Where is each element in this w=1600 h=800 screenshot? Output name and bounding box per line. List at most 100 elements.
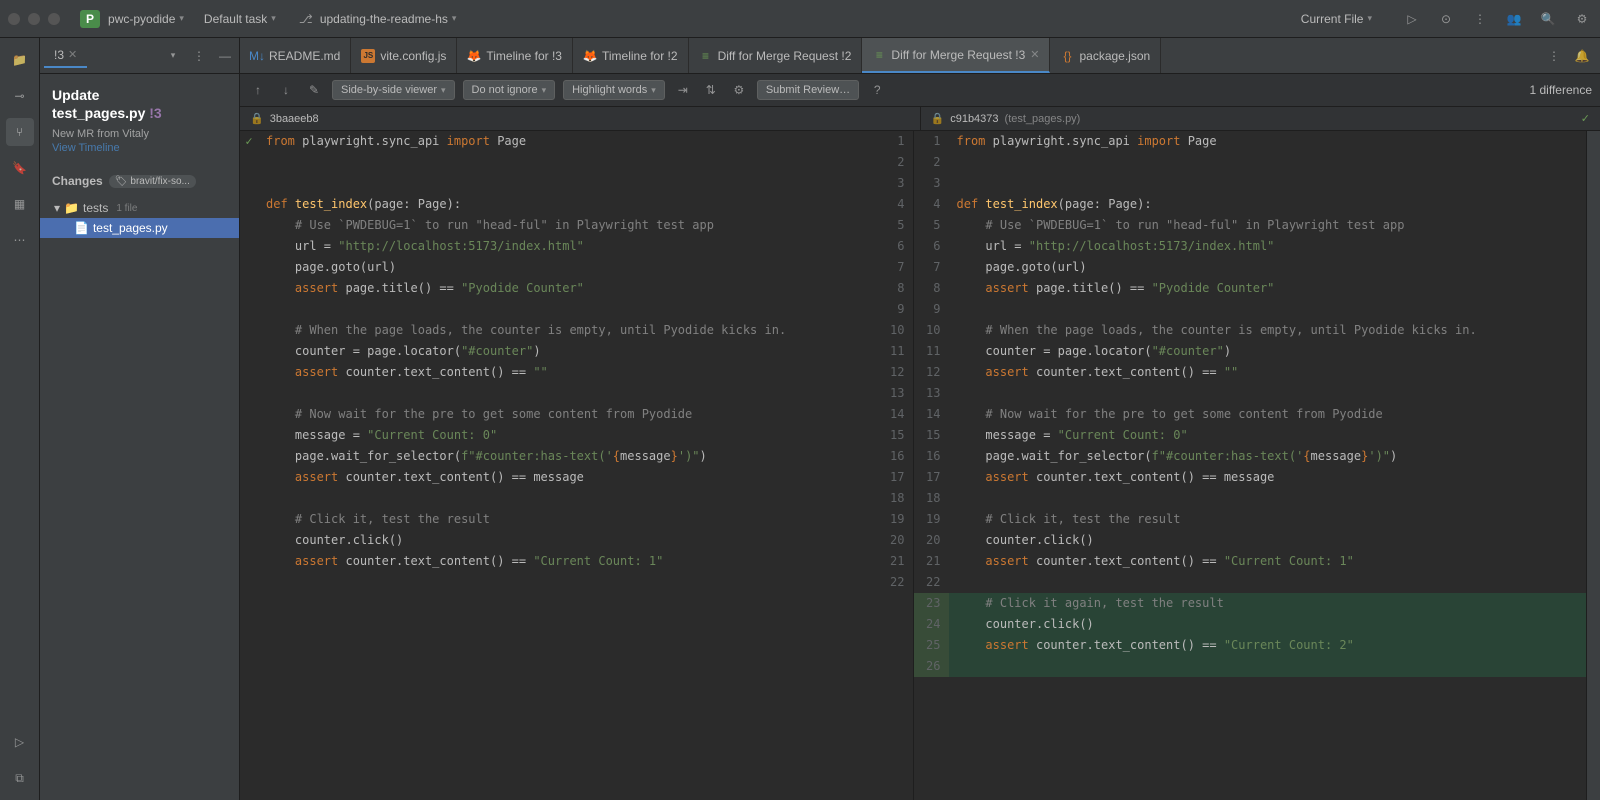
lock-icon: 🔒 bbox=[931, 112, 945, 125]
edit-icon[interactable]: ✎ bbox=[304, 80, 324, 100]
more-tool-button[interactable]: ⋯ bbox=[6, 226, 34, 254]
code-text: # Click it again, test the result bbox=[949, 593, 1587, 614]
close-icon[interactable]: ✕ bbox=[68, 48, 77, 61]
gitlab-icon: 🦊 bbox=[467, 49, 481, 63]
task-label: Default task bbox=[204, 12, 267, 26]
editor-tab[interactable]: 🦊Timeline for !2 bbox=[573, 38, 689, 73]
collapse-unchanged-icon[interactable]: ⇥ bbox=[673, 80, 693, 100]
code-line: page.goto(url)7 bbox=[240, 257, 913, 278]
tree-folder-tests[interactable]: ▾ 📁 tests 1 file bbox=[40, 198, 239, 218]
code-line: 13 bbox=[240, 383, 913, 404]
line-number: 5 bbox=[878, 215, 913, 236]
settings-icon[interactable]: ⚙ bbox=[1572, 9, 1592, 29]
run-button[interactable]: ▷ bbox=[1402, 9, 1422, 29]
code-text: url = "http://localhost:5173/index.html" bbox=[258, 236, 878, 257]
traffic-light-min[interactable] bbox=[28, 13, 40, 25]
code-line: # Use `PWDEBUG=1` to run "head-ful" in P… bbox=[240, 215, 913, 236]
help-icon[interactable]: ? bbox=[867, 80, 887, 100]
left-commit-hash: 3baaeeb8 bbox=[270, 113, 319, 125]
tab-list-icon[interactable]: ⋮ bbox=[1544, 46, 1564, 66]
project-tool-button[interactable]: 📁 bbox=[6, 46, 34, 74]
task-selector[interactable]: Default task ▾ bbox=[200, 10, 280, 28]
editor-tab[interactable]: ≡Diff for Merge Request !2 bbox=[689, 38, 863, 73]
code-line: page.wait_for_selector(f"#counter:has-te… bbox=[240, 446, 913, 467]
mr-author: New MR from Vitaly bbox=[52, 128, 227, 140]
sidebar-tab-mr3[interactable]: !3 ✕ bbox=[44, 44, 87, 68]
tab-label: README.md bbox=[269, 49, 340, 63]
submit-review-button[interactable]: Submit Review… bbox=[757, 80, 859, 100]
code-with-me-icon[interactable]: 👥 bbox=[1504, 9, 1524, 29]
sync-scroll-icon[interactable]: ⇅ bbox=[701, 80, 721, 100]
line-number: 24 bbox=[914, 614, 949, 635]
changes-section-header: Changes 🏷 bravit/fix-so... bbox=[40, 168, 239, 194]
project-name: pwc-pyodide bbox=[108, 12, 175, 26]
more-actions-button[interactable]: ⋮ bbox=[1470, 9, 1490, 29]
merge-request-tool-button[interactable]: ⑂ bbox=[6, 118, 34, 146]
code-text: counter = page.locator("#counter") bbox=[258, 341, 878, 362]
chevron-down-icon[interactable]: ▾ bbox=[163, 46, 183, 66]
line-number: 18 bbox=[878, 488, 913, 509]
check-gutter bbox=[240, 173, 258, 194]
code-text: # Click it, test the result bbox=[258, 509, 878, 530]
view-timeline-link[interactable]: View Timeline bbox=[52, 142, 227, 154]
line-number: 1 bbox=[914, 131, 949, 152]
check-gutter bbox=[240, 257, 258, 278]
branch-selector[interactable]: ⎇ updating-the-readme-hs ▾ bbox=[292, 7, 461, 31]
highlight-mode-dropdown[interactable]: Highlight words ▾ bbox=[563, 80, 665, 100]
code-line: assert page.title() == "Pyodide Counter"… bbox=[240, 278, 913, 299]
debug-button[interactable]: ⊙ bbox=[1436, 9, 1456, 29]
next-change-icon[interactable]: ↓ bbox=[276, 80, 296, 100]
code-right[interactable]: 1from playwright.sync_api import Page234… bbox=[914, 131, 1587, 800]
tree-file-test-pages[interactable]: 📄 test_pages.py bbox=[40, 218, 239, 238]
editor-tab[interactable]: JSvite.config.js bbox=[351, 38, 457, 73]
tab-label: Timeline for !2 bbox=[602, 49, 678, 63]
run-config-selector[interactable]: Current File ▾ bbox=[1297, 10, 1376, 28]
line-number: 17 bbox=[914, 467, 949, 488]
project-selector[interactable]: P pwc-pyodide ▾ bbox=[76, 8, 188, 30]
activity-bar: 📁 ⊸ ⑂ 🔖 ▦ ⋯ ▷ ⧉ bbox=[0, 38, 40, 800]
ignore-mode-dropdown[interactable]: Do not ignore ▾ bbox=[463, 80, 556, 100]
structure-tool-button[interactable]: ▦ bbox=[6, 190, 34, 218]
code-line: # Now wait for the pre to get some conte… bbox=[240, 404, 913, 425]
close-icon[interactable]: ✕ bbox=[1030, 48, 1039, 61]
code-text: # Now wait for the pre to get some conte… bbox=[949, 404, 1587, 425]
line-number: 4 bbox=[914, 194, 949, 215]
bookmarks-tool-button[interactable]: 🔖 bbox=[6, 154, 34, 182]
collapse-icon[interactable]: — bbox=[215, 46, 235, 66]
branch-tag[interactable]: 🏷 bravit/fix-so... bbox=[109, 175, 196, 188]
code-text: from playwright.sync_api import Page bbox=[949, 131, 1587, 152]
line-number: 14 bbox=[914, 404, 949, 425]
check-icon[interactable]: ✓ bbox=[1581, 112, 1590, 125]
traffic-light-close[interactable] bbox=[8, 13, 20, 25]
code-line: 24 counter.click() bbox=[914, 614, 1587, 635]
settings-icon[interactable]: ⚙ bbox=[729, 80, 749, 100]
diff-pane: ✓from playwright.sync_api import Page123… bbox=[240, 131, 1600, 800]
editor-tab[interactable]: ≡Diff for Merge Request !3✕ bbox=[862, 38, 1050, 73]
more-icon[interactable]: ⋮ bbox=[189, 46, 209, 66]
code-text: from playwright.sync_api import Page bbox=[258, 131, 878, 152]
terminal-tool-button[interactable]: ⧉ bbox=[6, 764, 34, 792]
line-number: 6 bbox=[914, 236, 949, 257]
editor-tab[interactable]: {}package.json bbox=[1050, 38, 1161, 73]
code-left[interactable]: ✓from playwright.sync_api import Page123… bbox=[240, 131, 913, 800]
line-number: 3 bbox=[914, 173, 949, 194]
run-tool-button[interactable]: ▷ bbox=[6, 728, 34, 756]
commit-tool-button[interactable]: ⊸ bbox=[6, 82, 34, 110]
prev-change-icon[interactable]: ↑ bbox=[248, 80, 268, 100]
code-text: counter.click() bbox=[258, 530, 878, 551]
viewer-mode-dropdown[interactable]: Side-by-side viewer ▾ bbox=[332, 80, 455, 100]
md-icon: M↓ bbox=[250, 49, 264, 63]
code-line: 17 assert counter.text_content() == mess… bbox=[914, 467, 1587, 488]
scrollbar[interactable] bbox=[1586, 131, 1600, 800]
diff-icon: ≡ bbox=[872, 48, 886, 62]
chevron-down-icon: ▾ bbox=[452, 13, 457, 24]
editor-tab[interactable]: 🦊Timeline for !3 bbox=[457, 38, 573, 73]
editor-tab[interactable]: M↓ README.md bbox=[240, 38, 351, 73]
chevron-down-icon: ▾ bbox=[271, 13, 276, 24]
search-icon[interactable]: 🔍 bbox=[1538, 9, 1558, 29]
code-text bbox=[258, 299, 878, 320]
line-number: 7 bbox=[914, 257, 949, 278]
traffic-light-max[interactable] bbox=[48, 13, 60, 25]
chevron-down-icon: ▾ bbox=[542, 85, 547, 96]
notifications-icon[interactable]: 🔔 bbox=[1572, 46, 1592, 66]
